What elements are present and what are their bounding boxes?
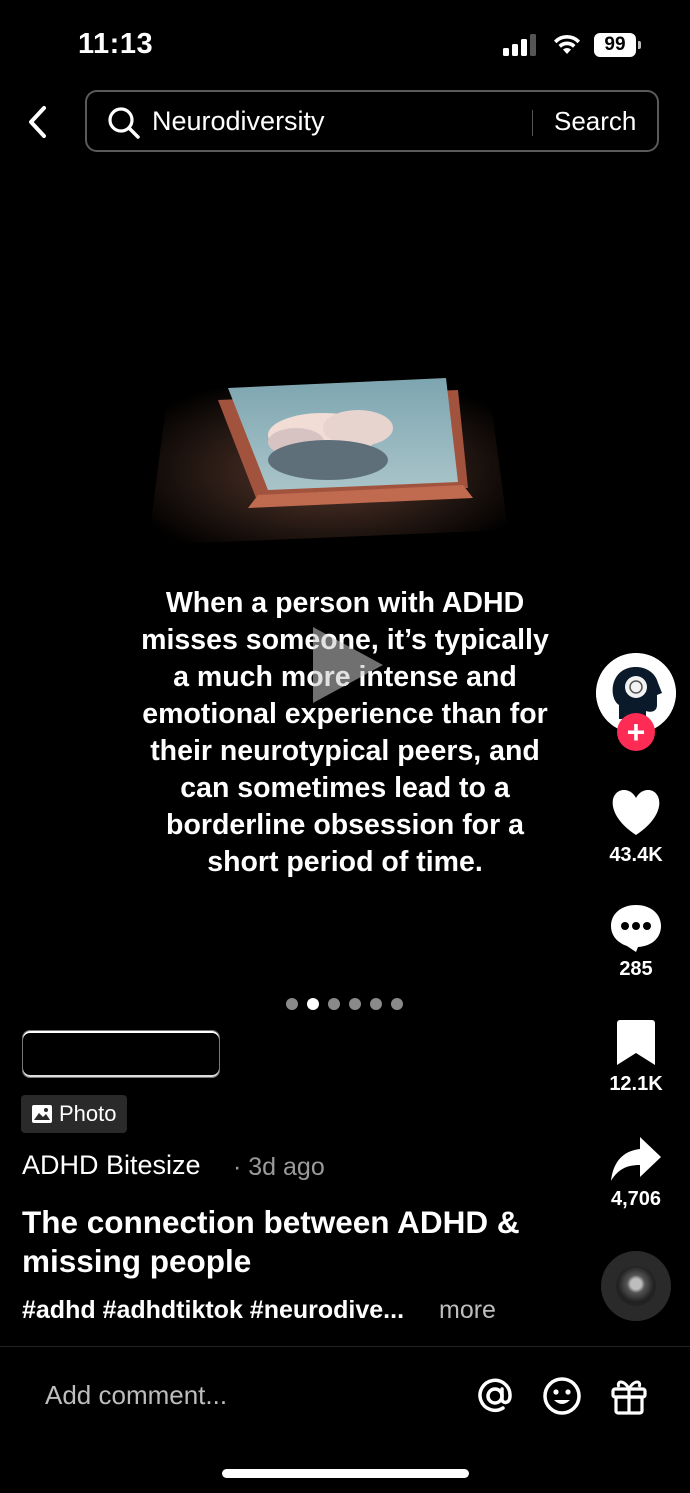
comment-bar-divider bbox=[0, 1346, 690, 1347]
battery-icon: 99 bbox=[594, 33, 636, 57]
bookmark-icon bbox=[617, 1020, 655, 1065]
slide-dot bbox=[328, 998, 340, 1010]
search-divider bbox=[532, 110, 533, 136]
photo-type-label: Photo bbox=[59, 1101, 117, 1126]
comment-icon bbox=[611, 905, 661, 952]
photo-icon bbox=[32, 1105, 52, 1123]
at-icon bbox=[478, 1378, 512, 1413]
mention-button[interactable] bbox=[474, 1375, 516, 1422]
cellular-signal-icon bbox=[503, 34, 536, 56]
slide-dot bbox=[307, 998, 319, 1010]
status-time: 11:13 bbox=[78, 28, 154, 60]
post-title: The connection between ADHD & missing pe… bbox=[22, 1204, 520, 1279]
play-icon[interactable] bbox=[305, 625, 385, 710]
comment-input[interactable]: Add comment... bbox=[45, 1380, 227, 1411]
post-photo-skylight[interactable] bbox=[128, 370, 518, 560]
redacted-banner bbox=[22, 1030, 220, 1078]
post-age: · 3d ago bbox=[233, 1153, 325, 1181]
save-button[interactable] bbox=[606, 1020, 666, 1066]
slide-dot bbox=[370, 998, 382, 1010]
emoji-icon bbox=[543, 1377, 581, 1415]
slide-dot bbox=[391, 998, 403, 1010]
like-button[interactable] bbox=[606, 790, 666, 836]
slide-dot bbox=[286, 998, 298, 1010]
save-count: 12.1K bbox=[609, 1073, 663, 1095]
share-icon bbox=[611, 1137, 661, 1181]
emoji-button[interactable] bbox=[541, 1375, 583, 1422]
wifi-icon bbox=[552, 32, 582, 61]
photo-type-badge: Photo bbox=[21, 1095, 127, 1133]
more-button[interactable]: more bbox=[439, 1296, 496, 1325]
music-disc[interactable] bbox=[601, 1251, 671, 1321]
battery-nub bbox=[638, 41, 641, 49]
music-disc-cover bbox=[616, 1266, 656, 1306]
search-icon bbox=[107, 106, 141, 145]
search-button[interactable]: Search bbox=[554, 106, 636, 137]
slide-dot bbox=[349, 998, 361, 1010]
back-icon bbox=[29, 106, 46, 138]
slide-indicator bbox=[286, 998, 403, 1010]
comment-count: 285 bbox=[619, 958, 653, 980]
follow-button[interactable]: + bbox=[617, 713, 655, 751]
author-name[interactable]: ADHD Bitesize bbox=[22, 1150, 201, 1181]
gift-icon bbox=[611, 1380, 647, 1415]
like-count: 43.4K bbox=[609, 844, 663, 866]
gift-button[interactable] bbox=[608, 1375, 650, 1422]
heart-icon bbox=[612, 790, 660, 835]
home-indicator[interactable] bbox=[222, 1469, 469, 1478]
share-count: 4,706 bbox=[610, 1188, 662, 1210]
search-input[interactable]: Neurodiversity bbox=[152, 106, 325, 137]
back-button[interactable] bbox=[24, 104, 54, 145]
comment-button[interactable] bbox=[606, 903, 666, 953]
share-button[interactable] bbox=[606, 1135, 666, 1183]
post-hashtags[interactable]: #adhd #adhdtiktok #neurodive... bbox=[22, 1296, 404, 1325]
